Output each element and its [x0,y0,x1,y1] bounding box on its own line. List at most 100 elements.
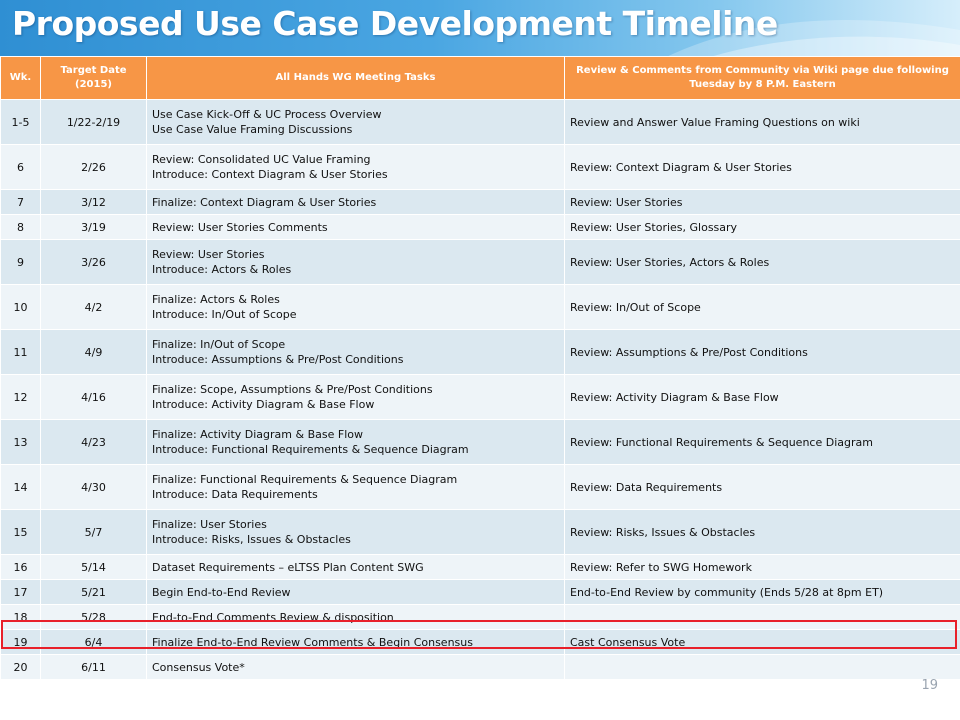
target-date-cell: 5/7 [40,509,147,555]
task-line: Introduce: Context Diagram & User Storie… [152,168,388,181]
target-date-cell: 3/12 [40,189,147,215]
table-row: 7 3/12 Finalize: Context Diagram & User St… [0,189,960,215]
target-date-cell: 1/22-2/19 [40,99,147,145]
meeting-task-cell: Finalize: User Stories Introduce: Risks, … [146,509,565,555]
meeting-task-cell: End-to-End Comments Review & disposition [146,604,565,630]
page-number: 19 [921,678,938,693]
meeting-task-cell: Finalize: Context Diagram & User Stories [146,189,565,215]
header-meeting-tasks: All Hands WG Meeting Tasks [146,56,565,100]
meeting-task-cell: Review: User Stories Comments [146,214,565,240]
task-line: Finalize: Activity Diagram & Base Flow [152,428,363,441]
week-cell: 15 [0,509,41,555]
review-cell: End-to-End Review by community (Ends 5/2… [564,579,960,605]
review-cell: Review: Assumptions & Pre/Post Condition… [564,329,960,375]
week-cell: 9 [0,239,41,285]
meeting-task-cell: Begin End-to-End Review [146,579,565,605]
task-line: Finalize End-to-End Review Comments & Be… [152,635,473,649]
task-line: Review: Consolidated UC Value Framing [152,153,371,166]
table-row: 12 4/16 Finalize: Scope, Assumptions & Pre… [0,374,960,420]
target-date-cell: 6/11 [40,654,147,680]
table-row: 20 6/11 Consensus Vote* [0,654,960,680]
table-row: 10 4/2 Finalize: Actors & Roles Introduce: … [0,284,960,330]
task-line: Review: User Stories Comments [152,220,328,234]
task-line: Finalize: User Stories [152,518,267,531]
task-line: Consensus Vote* [152,660,245,674]
meeting-task-cell: Finalize: In/Out of Scope Introduce: Assu… [146,329,565,375]
review-cell: Review and Answer Value Framing Question… [564,99,960,145]
week-cell: 6 [0,144,41,190]
target-date-cell: 3/26 [40,239,147,285]
task-line: Finalize: Functional Requirements & Sequ… [152,473,458,486]
meeting-task-cell: Use Case Kick-Off & UC Process Overview U… [146,99,565,145]
table-row: 6 2/26 Review: Consolidated UC Value Frami… [0,144,960,190]
table-row: 15 5/7 Finalize: User Stories Introduce: Ri… [0,509,960,555]
meeting-task-cell: Finalize End-to-End Review Comments & Be… [146,629,565,655]
review-cell: Review: User Stories, Actors & Roles [564,239,960,285]
target-date-cell: 5/21 [40,579,147,605]
week-cell: 18 [0,604,41,630]
page-title: Proposed Use Case Development Timeline [12,4,778,43]
target-date-cell: 6/4 [40,629,147,655]
week-cell: 10 [0,284,41,330]
week-cell: 13 [0,419,41,465]
review-cell: Review: Risks, Issues & Obstacles [564,509,960,555]
task-line: Finalize: Actors & Roles [152,293,280,306]
review-cell: Review: Functional Requirements & Sequen… [564,419,960,465]
task-line: Dataset Requirements – eLTSS Plan Conten… [152,560,424,574]
meeting-task-cell: Review: User Stories Introduce: Actors & … [146,239,565,285]
meeting-task-cell: Consensus Vote* [146,654,565,680]
meeting-task-cell: Finalize: Actors & Roles Introduce: In/Ou… [146,284,565,330]
week-cell: 20 [0,654,41,680]
task-line: Introduce: Assumptions & Pre/Post Condit… [152,353,404,366]
meeting-task-cell: Finalize: Scope, Assumptions & Pre/Post … [146,374,565,420]
task-line: Introduce: Functional Requirements & Seq… [152,443,469,456]
review-cell: Review: User Stories [564,189,960,215]
review-cell: Review: Data Requirements [564,464,960,510]
week-cell: 16 [0,554,41,580]
review-cell: Cast Consensus Vote [564,629,960,655]
task-line: Introduce: Actors & Roles [152,263,292,276]
review-cell: Review: Refer to SWG Homework [564,554,960,580]
target-date-cell: 3/19 [40,214,147,240]
target-date-cell: 4/23 [40,419,147,465]
task-line: Introduce: In/Out of Scope [152,308,297,321]
review-cell [564,654,960,680]
week-cell: 12 [0,374,41,420]
week-cell: 7 [0,189,41,215]
review-cell: Review: Context Diagram & User Stories [564,144,960,190]
target-date-cell: 5/14 [40,554,147,580]
review-cell: Review: Activity Diagram & Base Flow [564,374,960,420]
week-cell: 11 [0,329,41,375]
week-cell: 1-5 [0,99,41,145]
task-line: Introduce: Activity Diagram & Base Flow [152,398,375,411]
target-date-cell: 5/28 [40,604,147,630]
task-line: Finalize: Context Diagram & User Stories [152,195,377,209]
task-line: Review: User Stories [152,248,265,261]
table-header-row: Wk. Target Date (2015) All Hands WG Meet… [0,56,960,100]
week-cell: 19 [0,629,41,655]
timeline-table: Wk. Target Date (2015) All Hands WG Meet… [0,56,960,680]
target-date-cell: 4/9 [40,329,147,375]
meeting-task-cell: Finalize: Activity Diagram & Base Flow In… [146,419,565,465]
task-line: Finalize: Scope, Assumptions & Pre/Post … [152,383,433,396]
table-row: 14 4/30 Finalize: Functional Requirements … [0,464,960,510]
table-row: 9 3/26 Review: User Stories Introduce: Acto… [0,239,960,285]
task-line: End-to-End Comments Review & disposition [152,610,394,624]
week-cell: 8 [0,214,41,240]
table-row: 17 5/21 Begin End-to-End Review End-to-End … [0,579,960,605]
table-row: 16 5/14 Dataset Requirements – eLTSS Plan … [0,554,960,580]
week-cell: 17 [0,579,41,605]
task-line: Begin End-to-End Review [152,585,291,599]
header-week: Wk. [0,56,41,100]
target-date-cell: 4/30 [40,464,147,510]
task-line: Introduce: Data Requirements [152,488,318,501]
target-date-cell: 4/2 [40,284,147,330]
table-row: 18 5/28 End-to-End Comments Review & dispo… [0,604,960,630]
header-review-comments: Review & Comments from Community via Wik… [564,56,960,100]
task-line: Finalize: In/Out of Scope [152,338,286,351]
table-row: 13 4/23 Finalize: Activity Diagram & Base … [0,419,960,465]
target-date-cell: 4/16 [40,374,147,420]
table-row: 11 4/9 Finalize: In/Out of Scope Introduce:… [0,329,960,375]
table-row: 8 3/19 Review: User Stories Comments Review… [0,214,960,240]
review-cell: Review: In/Out of Scope [564,284,960,330]
